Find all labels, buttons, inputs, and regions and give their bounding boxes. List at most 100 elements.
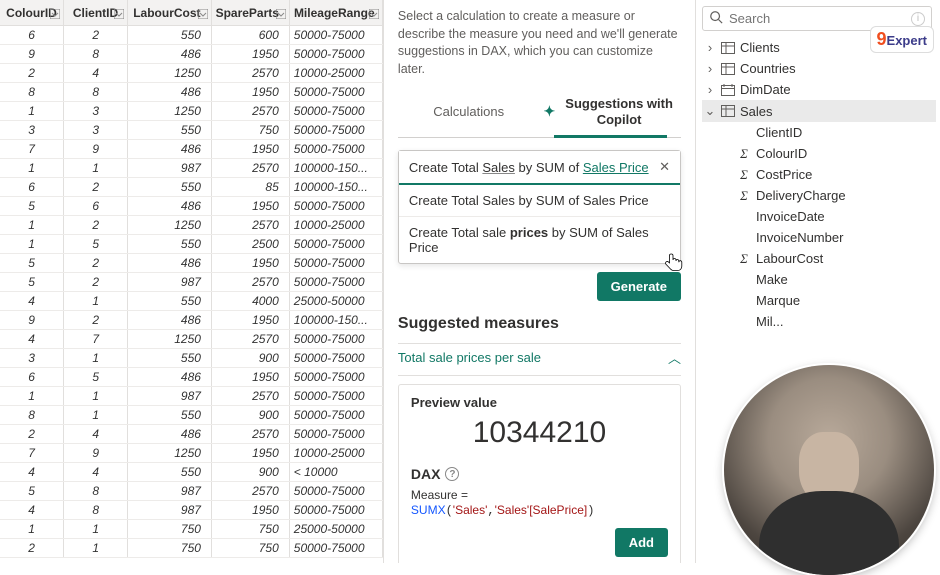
suggestion-item[interactable]: Create Total sale prices by SUM of Sales… [399, 217, 680, 263]
suggestion-selected[interactable]: Create Total Sales by SUM of Sales Price… [399, 151, 680, 185]
table-cell: 8 [64, 482, 128, 500]
field-item-colourid[interactable]: ΣColourID [702, 143, 936, 164]
table-row[interactable]: 8155090050000-75000 [0, 406, 383, 425]
table-row[interactable]: 2175075050000-75000 [0, 539, 383, 558]
column-header-colourid[interactable]: ColourID [0, 0, 64, 25]
table-row[interactable]: 131250257050000-75000 [0, 102, 383, 121]
add-button[interactable]: Add [615, 528, 668, 557]
table-row[interactable]: 52486195050000-75000 [0, 254, 383, 273]
table-row[interactable]: 88486195050000-75000 [0, 83, 383, 102]
field-item-invoicenumber[interactable]: InvoiceNumber [702, 227, 936, 248]
table-cell: 987 [128, 159, 212, 177]
table-cell: 2570 [212, 159, 290, 177]
preview-value: 10344210 [411, 416, 668, 450]
table-cell: 1950 [212, 368, 290, 386]
table-row[interactable]: 3355075050000-75000 [0, 121, 383, 140]
sort-filter-icon[interactable] [369, 8, 379, 18]
table-label: Sales [740, 104, 773, 119]
table-label: Countries [740, 61, 796, 76]
table-cell: 2 [0, 64, 64, 82]
table-row[interactable]: 924861950100000-150... [0, 311, 383, 330]
field-item-mil...[interactable]: Mil... [702, 311, 936, 332]
field-item-costprice[interactable]: ΣCostPrice [702, 164, 936, 185]
table-row[interactable]: 11987257050000-75000 [0, 387, 383, 406]
close-icon[interactable]: ✕ [659, 159, 670, 175]
table-row[interactable]: 121250257010000-25000 [0, 216, 383, 235]
sort-filter-icon[interactable] [276, 8, 286, 18]
table-row[interactable]: 471250257050000-75000 [0, 330, 383, 349]
sort-filter-icon[interactable] [114, 8, 124, 18]
table-cell: 1950 [212, 45, 290, 63]
table-row[interactable]: 791250195010000-25000 [0, 444, 383, 463]
table-row[interactable]: 119872570100000-150... [0, 159, 383, 178]
suggestion-text: Create Total sale prices by SUM of Sales… [409, 225, 670, 255]
table-row[interactable]: 15550250050000-75000 [0, 235, 383, 254]
table-cell: 1950 [212, 83, 290, 101]
table-cell: 1 [64, 292, 128, 310]
table-cell: 2570 [212, 330, 290, 348]
table-row[interactable]: 65486195050000-75000 [0, 368, 383, 387]
table-cell: 1 [64, 159, 128, 177]
column-header-labourcost[interactable]: LabourCost [128, 0, 212, 25]
table-cell: 100000-150... [290, 311, 383, 329]
field-label: InvoiceDate [756, 209, 825, 224]
table-cell: 4 [64, 64, 128, 82]
table-row[interactable]: 98486195050000-75000 [0, 45, 383, 64]
cursor-hand-icon [664, 251, 686, 281]
table-row[interactable]: 6255085100000-150... [0, 178, 383, 197]
table-row[interactable]: 52987257050000-75000 [0, 273, 383, 292]
sort-filter-icon[interactable] [198, 8, 208, 18]
tab-copilot-label: Suggestions with Copilot [561, 96, 677, 127]
field-label: Make [756, 272, 788, 287]
search-input[interactable] [729, 11, 905, 26]
table-cell: 1250 [128, 330, 212, 348]
column-header-spareparts[interactable]: SpareParts [212, 0, 290, 25]
table-row[interactable]: 79486195050000-75000 [0, 140, 383, 159]
table-row[interactable]: 44550900< 10000 [0, 463, 383, 482]
column-header-clientid[interactable]: ClientID [64, 0, 128, 25]
tab-suggestions-copilot[interactable]: ✦ Suggestions with Copilot [539, 90, 681, 137]
tab-calculations[interactable]: Calculations [398, 90, 540, 137]
table-row[interactable]: 58987257050000-75000 [0, 482, 383, 501]
table-cell: 750 [128, 539, 212, 557]
field-item-marque[interactable]: Marque [702, 290, 936, 311]
table-cell: 2 [64, 216, 128, 234]
table-label: DimDate [740, 82, 791, 97]
field-label: ColourID [756, 146, 807, 161]
field-label: ClientID [756, 125, 802, 140]
table-row[interactable]: 241250257010000-25000 [0, 64, 383, 83]
column-header-mileagerange[interactable]: MileageRange [290, 0, 383, 25]
table-row[interactable]: 1175075025000-50000 [0, 520, 383, 539]
table-row[interactable]: 3155090050000-75000 [0, 349, 383, 368]
table-cell: 1 [0, 159, 64, 177]
table-row[interactable]: 6255060050000-75000 [0, 26, 383, 45]
table-node-sales[interactable]: ⌄ Sales [702, 100, 936, 122]
table-cell: 9 [0, 311, 64, 329]
table-cell: 6 [64, 197, 128, 215]
suggestion-item[interactable]: Create Total Sales by SUM of Sales Price [399, 185, 680, 217]
table-cell: 5 [64, 235, 128, 253]
table-row[interactable]: 24486257050000-75000 [0, 425, 383, 444]
info-icon[interactable]: i [911, 12, 925, 26]
table-cell: 50000-75000 [290, 102, 383, 120]
table-cell: 486 [128, 254, 212, 272]
table-row[interactable]: 56486195050000-75000 [0, 197, 383, 216]
table-cell: 1950 [212, 140, 290, 158]
field-item-deliverycharge[interactable]: ΣDeliveryCharge [702, 185, 936, 206]
suggested-measure-accordion[interactable]: Total sale prices per sale ︿ [398, 343, 681, 376]
table-node-countries[interactable]: › Countries [702, 58, 936, 79]
table-cell: 6 [0, 26, 64, 44]
help-icon[interactable]: ? [445, 467, 459, 481]
field-item-invoicedate[interactable]: InvoiceDate [702, 206, 936, 227]
table-node-dimdate[interactable]: › DimDate [702, 79, 936, 100]
field-item-make[interactable]: Make [702, 269, 936, 290]
table-cell: 900 [212, 406, 290, 424]
table-row[interactable]: 41550400025000-50000 [0, 292, 383, 311]
table-row[interactable]: 48987195050000-75000 [0, 501, 383, 520]
sort-filter-icon[interactable] [50, 8, 60, 18]
table-cell: 1 [0, 102, 64, 120]
chevron-right-icon: › [704, 40, 716, 55]
field-item-clientid[interactable]: ClientID [702, 122, 936, 143]
table-icon [720, 62, 736, 76]
field-item-labourcost[interactable]: ΣLabourCost [702, 248, 936, 269]
